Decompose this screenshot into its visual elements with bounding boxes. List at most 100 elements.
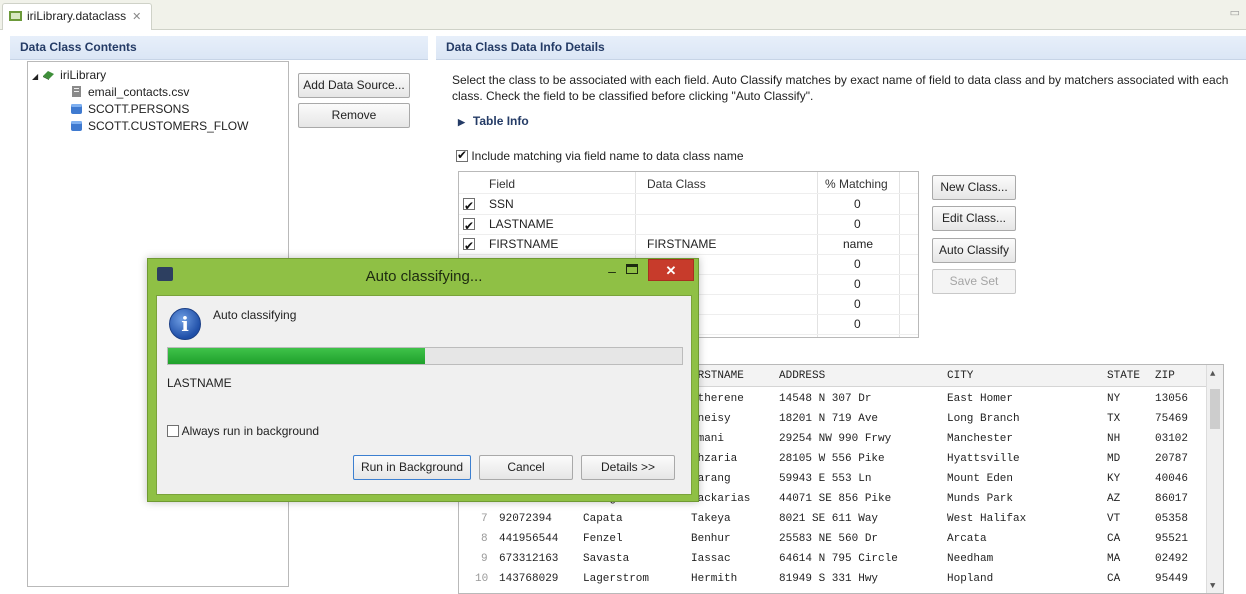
grid-cell: NH	[1107, 433, 1121, 445]
column-header-field[interactable]: Field	[489, 174, 515, 194]
scroll-down-icon[interactable]: ▼	[1210, 581, 1215, 591]
minimize-button[interactable]: –	[602, 263, 622, 279]
include-matching-label: Include matching via field name to data …	[471, 149, 744, 163]
grid-cell: 64614 N 795 Circle	[779, 553, 898, 565]
collapse-arrow-icon: ▶	[458, 117, 465, 127]
tree-item-label: iriLibrary	[60, 68, 107, 82]
tree-item-email-contacts[interactable]: email_contacts.csv	[70, 84, 189, 101]
grid-cell: Long Branch	[947, 413, 1020, 425]
grid-cell: MA	[1107, 553, 1121, 565]
always-run-background-checkbox[interactable]	[167, 425, 179, 437]
scroll-up-icon[interactable]: ▲	[1210, 369, 1215, 379]
tree-item-scott-persons[interactable]: SCOTT.PERSONS	[70, 101, 189, 118]
grid-cell: 92072394	[499, 513, 552, 525]
always-run-background-label: Always run in background	[181, 424, 320, 438]
tree-item-root[interactable]: ◢ iriLibrary	[32, 67, 106, 84]
grid-cell: CA	[1107, 573, 1121, 585]
grid-cell: 95449	[1155, 573, 1189, 585]
grid-cell: Hopland	[947, 573, 994, 585]
close-icon[interactable]: ✕	[132, 11, 141, 23]
field-row-checkbox[interactable]	[463, 194, 475, 216]
grid-cell: Mount Eden	[947, 473, 1014, 485]
grid-row-number: 9	[481, 553, 488, 565]
field-matching: 0	[854, 197, 861, 211]
database-icon	[71, 104, 82, 114]
new-class-button[interactable]: New Class...	[932, 175, 1016, 200]
data-info-details-header: Data Class Data Info Details	[436, 36, 1246, 60]
dataclass-file-icon	[9, 11, 22, 21]
grid-row-number: 8	[481, 533, 488, 545]
grid-cell: 29254 NW 990 Frwy	[779, 433, 892, 445]
field-data-class[interactable]: FIRSTNAME	[647, 234, 716, 254]
grid-cell: KY	[1107, 473, 1121, 485]
grid-cell: TX	[1107, 413, 1121, 425]
field-name: SSN	[489, 197, 514, 211]
tree-item-label: SCOTT.PERSONS	[88, 102, 190, 116]
grid-row-number: 7	[481, 513, 488, 525]
run-in-background-button[interactable]: Run in Background	[353, 455, 471, 480]
grid-cell: 40046	[1155, 473, 1189, 485]
grid-cell: West Halifax	[947, 513, 1027, 525]
grid-cell: 59943 E 553 Ln	[779, 473, 872, 485]
grid-vertical-scrollbar[interactable]: ▲ ▼	[1206, 365, 1223, 593]
tree-item-label: SCOTT.CUSTOMERS_FLOW	[88, 119, 249, 133]
grid-cell: VT	[1107, 513, 1121, 525]
field-row-checkbox[interactable]	[463, 214, 475, 236]
minimize-icon[interactable]: ▭	[1230, 6, 1240, 19]
auto-classify-button[interactable]: Auto Classify	[932, 238, 1016, 263]
add-data-source-button[interactable]: Add Data Source...	[298, 73, 410, 98]
grid-cell: 95521	[1155, 533, 1189, 545]
progress-bar	[167, 347, 683, 365]
save-set-button[interactable]: Save Set	[932, 269, 1016, 294]
cancel-button[interactable]: Cancel	[479, 455, 573, 480]
include-matching-checkbox[interactable]	[456, 148, 468, 162]
field-matching: 0	[854, 257, 861, 271]
field-matching: 0	[854, 297, 861, 311]
field-matching: name	[843, 237, 874, 251]
grid-cell: 75469	[1155, 413, 1189, 425]
column-header-data-class[interactable]: Data Class	[647, 174, 706, 194]
table-info-toggle[interactable]: ▶ Table Info	[458, 114, 529, 128]
grid-column-header[interactable]: CITY	[947, 366, 973, 386]
grid-cell: East Homer	[947, 393, 1014, 405]
maximize-button[interactable]	[626, 264, 638, 274]
grid-cell: Zackarias	[691, 493, 751, 505]
close-button[interactable]: ✕	[648, 259, 694, 281]
grid-cell: NY	[1107, 393, 1121, 405]
field-matching: 0	[854, 217, 861, 231]
field-name: FIRSTNAME	[489, 237, 559, 251]
grid-cell: 143768029	[499, 573, 559, 585]
include-matching-option[interactable]: Include matching via field name to data …	[456, 148, 744, 163]
progress-fill	[168, 348, 425, 364]
grid-cell: 25583 NE 560 Dr	[779, 533, 879, 545]
details-button[interactable]: Details >>	[581, 455, 675, 480]
column-header-matching[interactable]: % Matching	[825, 174, 888, 194]
field-matching: 0	[854, 317, 861, 331]
field-row-checkbox[interactable]	[463, 234, 475, 256]
grid-cell: Needham	[947, 553, 994, 565]
grid-cell: 673312163	[499, 553, 559, 565]
remove-button[interactable]: Remove	[298, 103, 410, 128]
grid-column-header[interactable]: STATE	[1107, 366, 1140, 386]
current-item-label: LASTNAME	[167, 376, 232, 390]
always-run-background-option[interactable]: Always run in background	[167, 424, 319, 438]
expand-arrow-icon[interactable]: ◢	[32, 72, 38, 81]
grid-column-header[interactable]: ADDRESS	[779, 366, 825, 386]
grid-cell: 86017	[1155, 493, 1189, 505]
grid-cell: Iassac	[691, 553, 731, 565]
edit-class-button[interactable]: Edit Class...	[932, 206, 1016, 231]
auto-classifying-dialog: Auto classifying... – ✕ i Auto classifyi…	[147, 258, 699, 502]
grid-cell: 03102	[1155, 433, 1189, 445]
table-info-label: Table Info	[472, 114, 529, 128]
grid-cell: 05358	[1155, 513, 1189, 525]
editor-tab-bar: iriLibrary.dataclass ✕ ▭	[0, 0, 1246, 30]
grid-column-header[interactable]: ZIP	[1155, 366, 1175, 386]
library-icon	[43, 71, 55, 80]
editor-tab[interactable]: iriLibrary.dataclass ✕	[2, 3, 153, 30]
grid-cell: 02492	[1155, 553, 1189, 565]
grid-cell: Hermith	[691, 573, 738, 585]
grid-cell: 14548 N 307 Dr	[779, 393, 872, 405]
scroll-thumb[interactable]	[1210, 389, 1220, 429]
field-name: LASTNAME	[489, 217, 554, 231]
tree-item-scott-customers-flow[interactable]: SCOTT.CUSTOMERS_FLOW	[70, 118, 248, 135]
